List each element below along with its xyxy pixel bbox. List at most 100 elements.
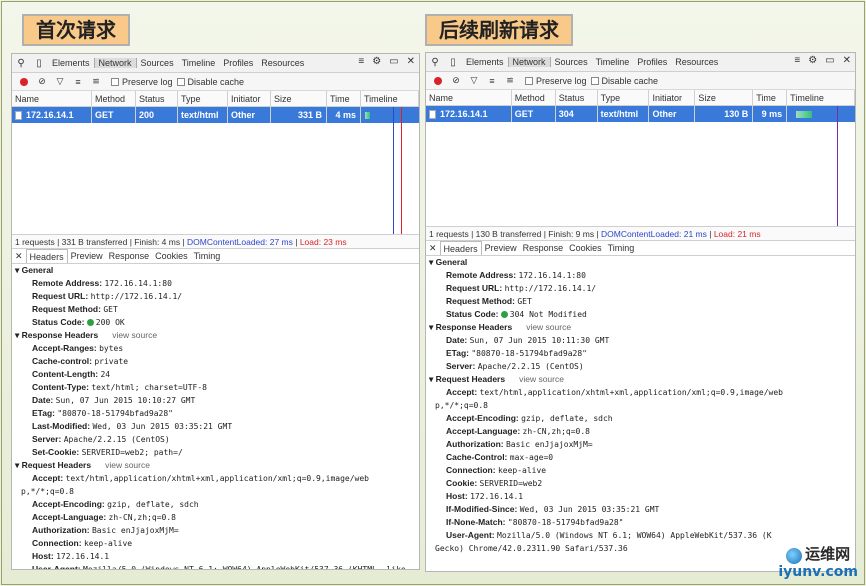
- response-headers-toggle[interactable]: ▾ Response Headers view source: [15, 329, 419, 342]
- gear-icon[interactable]: ⚙: [808, 55, 817, 66]
- general-section-toggle[interactable]: ▾ General: [429, 256, 855, 269]
- column-type[interactable]: Type: [178, 91, 228, 106]
- detail-tab-headers[interactable]: Headers: [25, 249, 68, 263]
- column-initiator[interactable]: Initiator: [228, 91, 271, 106]
- response-view-source-link[interactable]: view source: [112, 330, 157, 340]
- search-icon[interactable]: ⚲: [426, 57, 444, 68]
- detail-tab-timing[interactable]: Timing: [605, 241, 638, 255]
- header-key: Authorization:: [446, 439, 504, 449]
- overview-icon[interactable]: ≌: [503, 75, 517, 86]
- list-view-icon[interactable]: ≡: [71, 77, 85, 87]
- clear-icon[interactable]: ⊘: [35, 76, 49, 87]
- column-method[interactable]: Method: [92, 91, 136, 106]
- dock-icon[interactable]: ▭: [825, 55, 834, 66]
- gear-icon[interactable]: ⚙: [372, 56, 381, 67]
- tab-resources[interactable]: Resources: [671, 57, 722, 67]
- domcontentloaded-line: [393, 107, 394, 234]
- clear-icon[interactable]: ⊘: [449, 75, 463, 86]
- close-icon[interactable]: ✕: [843, 55, 851, 66]
- tab-sources[interactable]: Sources: [137, 58, 178, 68]
- detail-tab-timing[interactable]: Timing: [191, 249, 224, 263]
- load-line: [401, 107, 402, 234]
- record-button[interactable]: [434, 76, 442, 85]
- preserve-log-checkbox[interactable]: [111, 77, 119, 86]
- response-headers-title: Response Headers: [435, 322, 513, 332]
- request-initiator: Other: [228, 107, 271, 123]
- device-mode-icon[interactable]: ▯: [444, 57, 462, 68]
- tab-sources[interactable]: Sources: [551, 57, 592, 67]
- detail-tab-preview[interactable]: Preview: [68, 249, 106, 263]
- response-view-source-link[interactable]: view source: [526, 322, 571, 332]
- column-timeline[interactable]: Timeline: [787, 90, 855, 105]
- close-detail-icon[interactable]: ✕: [426, 241, 440, 255]
- column-type[interactable]: Type: [598, 90, 650, 105]
- tab-profiles[interactable]: Profiles: [219, 58, 257, 68]
- tab-timeline[interactable]: Timeline: [178, 58, 220, 68]
- detail-tab-response[interactable]: Response: [520, 241, 567, 255]
- request-headers-toggle[interactable]: ▾ Request Headers view source: [15, 459, 419, 472]
- timeline-bar: [365, 112, 370, 120]
- column-size[interactable]: Size: [695, 90, 754, 105]
- detail-tab-cookies[interactable]: Cookies: [152, 249, 191, 263]
- response-headers-toggle[interactable]: ▾ Response Headers view source: [429, 321, 855, 334]
- status-load: Load: 21 ms: [713, 229, 761, 239]
- record-button[interactable]: [20, 77, 28, 86]
- request-headers-toggle[interactable]: ▾ Request Headers view source: [429, 373, 855, 386]
- tab-elements[interactable]: Elements: [48, 58, 94, 68]
- request-row[interactable]: 172.16.14.1 GET 304 text/html Other 130 B9 ms: [426, 106, 855, 122]
- dock-icon[interactable]: ▭: [389, 56, 398, 67]
- column-time[interactable]: Time: [753, 90, 788, 105]
- general-section-toggle[interactable]: ▾ General: [15, 264, 419, 277]
- detail-tab-cookies[interactable]: Cookies: [566, 241, 605, 255]
- response-header: ETag: "80870-18-51794bfad9a28": [15, 407, 419, 420]
- detail-tab-preview[interactable]: Preview: [482, 241, 520, 255]
- status-requests: 1 requests: [429, 229, 469, 239]
- column-initiator[interactable]: Initiator: [649, 90, 696, 105]
- response-header: Content-Length: 24: [15, 368, 419, 381]
- filter-icon[interactable]: ▽: [467, 75, 481, 86]
- console-drawer-icon[interactable]: ≡: [794, 55, 800, 66]
- column-name[interactable]: Name: [426, 90, 512, 105]
- tab-profiles[interactable]: Profiles: [633, 57, 671, 67]
- tab-elements[interactable]: Elements: [462, 57, 508, 67]
- column-status[interactable]: Status: [136, 91, 178, 106]
- column-method[interactable]: Method: [512, 90, 556, 105]
- request-name[interactable]: 172.16.14.1: [440, 109, 488, 119]
- status-transferred: 331 B transferred: [61, 237, 128, 247]
- tab-resources[interactable]: Resources: [257, 58, 308, 68]
- console-drawer-icon[interactable]: ≡: [358, 56, 364, 67]
- request-row[interactable]: 172.16.14.1 GET 200 text/html Other 331 B4 ms: [12, 107, 419, 123]
- list-view-icon[interactable]: ≡: [485, 76, 499, 86]
- request-name[interactable]: 172.16.14.1: [26, 110, 74, 120]
- overview-icon[interactable]: ≌: [89, 76, 103, 87]
- column-size[interactable]: Size: [271, 91, 327, 106]
- device-mode-icon[interactable]: ▯: [30, 58, 48, 69]
- request-header: Authorization: Basic enJjajoxMjM=: [429, 438, 855, 451]
- request-view-source-link[interactable]: view source: [105, 460, 150, 470]
- tab-timeline[interactable]: Timeline: [592, 57, 634, 67]
- request-view-source-link[interactable]: view source: [519, 374, 564, 384]
- disable-cache-label: Disable cache: [187, 76, 245, 87]
- response-header: Cache-control: private: [15, 355, 419, 368]
- column-name[interactable]: Name: [12, 91, 92, 106]
- disable-cache-checkbox[interactable]: [176, 77, 185, 86]
- tab-network[interactable]: Network: [93, 58, 137, 68]
- header-value: text/html,application/xhtml+xml,applicat…: [479, 388, 783, 397]
- general-field: Remote Address: 172.16.14.1:80: [429, 269, 855, 282]
- filter-icon[interactable]: ▽: [53, 76, 67, 87]
- close-icon[interactable]: ✕: [407, 56, 415, 67]
- close-detail-icon[interactable]: ✕: [12, 249, 26, 263]
- detail-tabs: ✕ Headers Preview Response Cookies Timing: [426, 241, 855, 256]
- status-separator: |: [292, 237, 300, 247]
- header-value: http://172.16.14.1/: [90, 292, 183, 301]
- preserve-log-checkbox[interactable]: [525, 76, 533, 85]
- column-timeline[interactable]: Timeline: [361, 91, 419, 106]
- column-time[interactable]: Time: [327, 91, 361, 106]
- detail-tab-response[interactable]: Response: [106, 249, 153, 263]
- tab-network[interactable]: Network: [507, 57, 551, 67]
- document-icon: [429, 110, 436, 120]
- detail-tab-headers[interactable]: Headers: [439, 241, 482, 255]
- disable-cache-checkbox[interactable]: [590, 76, 599, 85]
- column-status[interactable]: Status: [556, 90, 598, 105]
- search-icon[interactable]: ⚲: [12, 58, 30, 69]
